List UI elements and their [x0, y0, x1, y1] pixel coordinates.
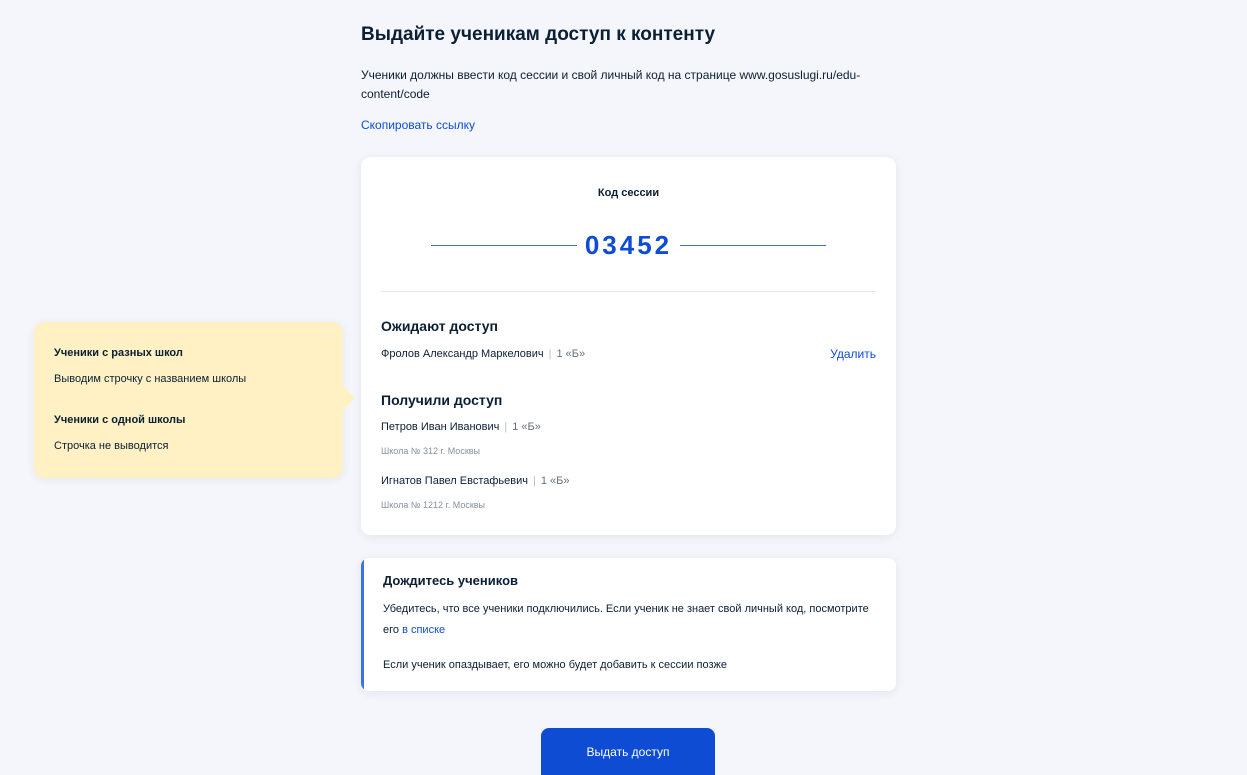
separator: |: [504, 421, 508, 433]
page-description: Ученики должны ввести код сессии и свой …: [361, 68, 861, 101]
session-code: 03452: [584, 230, 673, 260]
granted-student-row: Петров Иван Иванович | 1 «Б»: [381, 421, 541, 433]
waiting-section-title: Ожидают доступ: [381, 318, 498, 334]
student-list-link[interactable]: в списке: [402, 624, 445, 636]
info-card: Дождитесь учеников Убедитесь, что все уч…: [361, 558, 896, 691]
note-text: Выводим строчку с названием школы: [54, 373, 247, 385]
session-code-row: 03452: [431, 230, 826, 260]
info-text: Убедитесь, что все ученики подключились.…: [383, 599, 873, 641]
student-name: Игнатов Павел Евстафьевич: [381, 475, 528, 487]
student-class: 1 «Б»: [556, 348, 586, 360]
session-card: Код сессии 03452 Ожидают доступ Фролов А…: [361, 157, 896, 535]
student-school: Школа № 1212 г. Москвы: [381, 500, 486, 510]
student-name: Фролов Александр Маркелович: [381, 348, 544, 360]
note-text: Строчка не выводится: [54, 440, 169, 452]
code-left-line: [431, 244, 577, 246]
delete-student-button[interactable]: Удалить: [830, 347, 876, 361]
annotation-note: Ученики с разных школ Выводим строчку с …: [34, 322, 355, 478]
code-right-line: [680, 244, 826, 246]
waiting-student-row: Фролов Александр Маркелович | 1 «Б»: [381, 348, 585, 360]
session-code-label: Код сессии: [597, 187, 660, 199]
page-title: Выдайте ученикам доступ к контенту: [361, 24, 716, 45]
note-title: Ученики с одной школы: [54, 414, 186, 426]
student-class: 1 «Б»: [512, 421, 541, 433]
grant-access-button[interactable]: Выдать доступ: [541, 728, 715, 775]
divider: [381, 291, 876, 292]
student-name: Петров Иван Иванович: [381, 421, 500, 433]
info-accent-bar: [361, 558, 364, 691]
info-text-body: Убедитесь, что все ученики подключились.…: [383, 603, 869, 636]
separator: |: [532, 475, 536, 487]
granted-student-row: Игнатов Павел Евстафьевич | 1 «Б»: [381, 475, 569, 487]
copy-link-button[interactable]: Скопировать ссылку: [361, 118, 475, 132]
note-title: Ученики с разных школ: [54, 347, 183, 359]
info-title: Дождитесь учеников: [383, 573, 519, 588]
separator: |: [548, 348, 552, 360]
note-arrow: [343, 386, 355, 410]
student-class: 1 «Б»: [540, 475, 570, 487]
student-school: Школа № 312 г. Москвы: [381, 446, 480, 456]
info-late-text: Если ученик опаздывает, его можно будет …: [383, 659, 727, 671]
granted-section-title: Получили доступ: [381, 392, 503, 408]
